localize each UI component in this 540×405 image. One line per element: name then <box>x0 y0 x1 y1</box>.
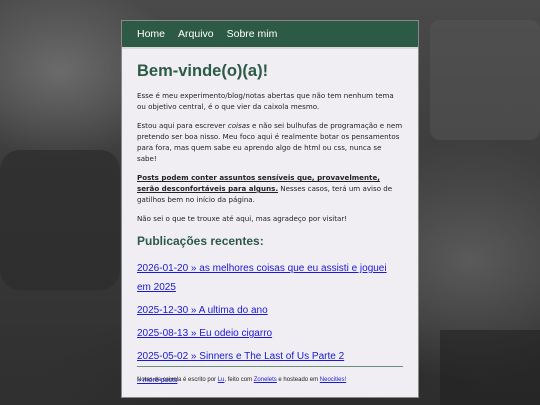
footer-text: Notas da caixola é escrito por <box>137 377 218 383</box>
purpose-emphasis: coisas <box>227 121 250 130</box>
main-content: Bem-vinde(o)(a)! Esse é meu experimento/… <box>122 62 418 386</box>
nav-archive-link[interactable]: Arquivo <box>178 28 214 40</box>
warning-paragraph: Posts podem conter assuntos sensíveis qu… <box>137 172 403 205</box>
recent-posts-heading: Publicações recentes: <box>137 234 264 248</box>
background-shape <box>440 330 540 405</box>
background-shape <box>0 150 120 290</box>
footer-text: , feito com <box>224 377 254 383</box>
nav-home-link[interactable]: Home <box>137 28 165 40</box>
zonelets-link[interactable]: Zonelets <box>254 377 277 383</box>
intro-paragraph: Esse é meu experimento/blog/notas aberta… <box>137 91 394 111</box>
recent-posts-list: 2026-01-20 » as melhores coisas que eu a… <box>137 256 403 363</box>
neocities-link[interactable]: Neocities! <box>320 377 346 383</box>
thanks-paragraph: Não sei o que te trouxe até aqui, mas ag… <box>137 214 348 223</box>
list-item: 2025-08-13 » Eu odeio cigarro <box>137 321 403 340</box>
top-nav: Home Arquivo Sobre mim <box>122 21 418 49</box>
page-container: Home Arquivo Sobre mim Bem-vinde(o)(a)! … <box>122 21 418 397</box>
post-link[interactable]: 2025-05-02 » Sinners e The Last of Us Pa… <box>137 351 344 362</box>
nav-about-link[interactable]: Sobre mim <box>227 28 278 40</box>
page-title: Bem-vinde(o)(a)! <box>137 62 269 80</box>
footer-text: e hosteado em <box>276 377 320 383</box>
footer: Notas da caixola é escrito por Lu, feito… <box>137 377 408 383</box>
list-item: 2025-12-30 » A ultima do ano <box>137 298 403 317</box>
purpose-paragraph: Estou aqui para escrever coisas e não se… <box>137 120 403 164</box>
purpose-text-start: Estou aqui para escrever <box>137 121 228 130</box>
post-link[interactable]: 2025-12-30 » A ultima do ano <box>137 305 268 316</box>
post-link[interactable]: 2025-08-13 » Eu odeio cigarro <box>137 328 272 339</box>
list-item: 2025-05-02 » Sinners e The Last of Us Pa… <box>137 344 403 363</box>
list-item: 2026-01-20 » as melhores coisas que eu a… <box>137 256 403 294</box>
post-link[interactable]: 2026-01-20 » as melhores coisas que eu a… <box>137 263 387 293</box>
footer-divider <box>137 366 403 367</box>
background-shape <box>430 20 540 140</box>
